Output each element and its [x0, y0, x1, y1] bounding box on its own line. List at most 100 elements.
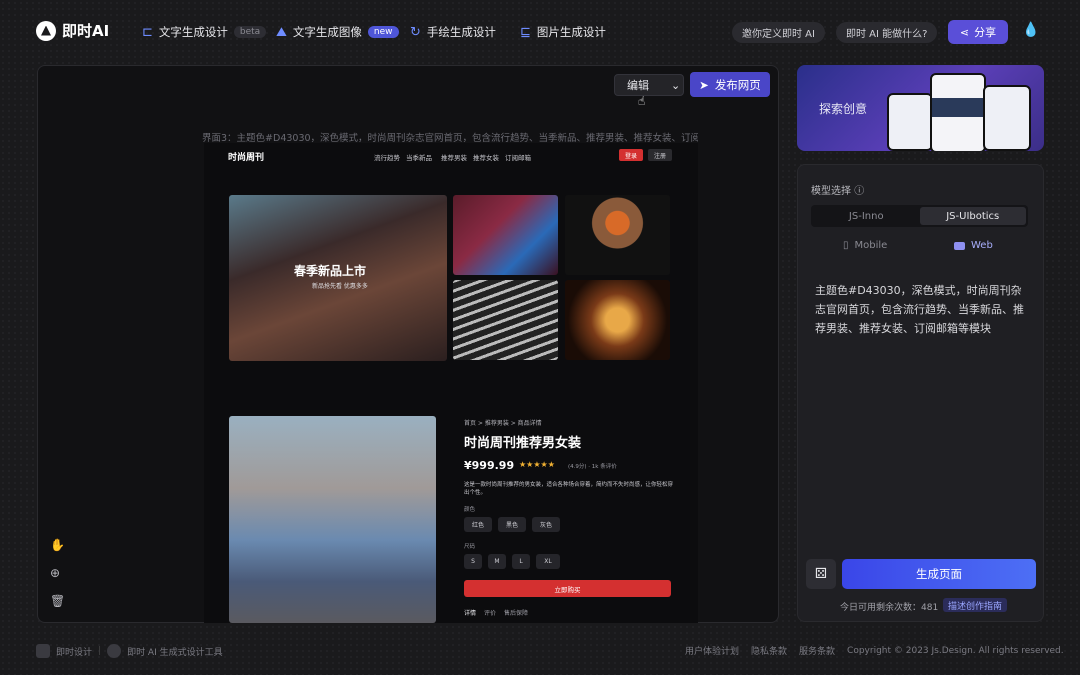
beta-badge: beta	[233, 26, 267, 38]
preview-login-button[interactable]: 登录	[619, 149, 644, 161]
preview-nav-item[interactable]: 推荐男装	[441, 152, 467, 162]
preview-brand: 时尚周刊	[228, 153, 265, 163]
prompt-textarea[interactable]: 主题色#D43030，深色模式，时尚周刊杂志官网首页，包含流行趋势、当季新品、推…	[815, 281, 1027, 338]
buy-now-button[interactable]: 立即购买	[464, 580, 671, 597]
remaining-quota: 今日可用剩余次数：481	[840, 603, 939, 613]
send-icon: ➤	[699, 77, 709, 92]
share-label: 分享	[974, 26, 997, 39]
tab-label: 文字生成图像	[292, 25, 362, 39]
divider: |	[98, 646, 102, 656]
edit-label: 编辑	[627, 79, 649, 92]
what-can-do-button[interactable]: 即时 AI 能做什么?	[836, 22, 938, 43]
preview-nav-item[interactable]: 订阅邮箱	[505, 152, 531, 162]
phone-mockup	[930, 73, 986, 151]
random-prompt-button[interactable]: ⚄	[806, 559, 836, 589]
model-option-uibotics[interactable]: JS-UIbotics	[919, 207, 1026, 225]
size-option[interactable]: XL	[536, 554, 560, 569]
tab-label: 文字生成设计	[158, 25, 228, 39]
picture-icon: ⊑	[520, 24, 531, 40]
prompt-echo: 界面3：主题色#D43030，深色模式，时尚周刊杂志官网首页，包含流行趋势、当季…	[202, 133, 698, 144]
tab-label: 手绘生成设计	[426, 25, 496, 39]
footer-product[interactable]: 即时 AI 生成式设计工具	[127, 645, 223, 658]
explore-banner[interactable]: 探索创意	[797, 65, 1044, 151]
product-price: ¥999.99	[464, 459, 515, 472]
model-option-inno[interactable]: JS-Inno	[813, 207, 920, 225]
tab-label: 图片生成设计	[536, 25, 606, 39]
device-label: Web	[971, 240, 993, 251]
product-description: 这是一款时尚周刊推荐的男女装，适合各种场合穿着，简约而不失时尚感，让你轻松穿出个…	[464, 482, 674, 496]
share-icon: ⋖	[959, 25, 970, 39]
edit-button[interactable]: 编辑 ⌄	[614, 74, 684, 96]
footer-link[interactable]: 服务条款	[799, 644, 835, 657]
model-select-label: 模型选择 ⓘ	[811, 186, 865, 197]
tab-reviews[interactable]: 评价	[484, 608, 496, 617]
hand-tool-icon[interactable]: ✋	[50, 538, 65, 552]
invite-button[interactable]: 邀你定义即时 AI	[732, 22, 825, 43]
publish-label: 发布网页	[714, 77, 761, 92]
product-tabs: 详情 评价 售后保障	[464, 608, 528, 617]
ai-logo-icon	[107, 644, 122, 658]
tab-image-to-design[interactable]: ⊑ 图片生成设计	[520, 24, 606, 40]
product-image	[229, 416, 436, 623]
share-button[interactable]: ⋖ 分享	[948, 20, 1008, 44]
jsdesign-logo-icon	[36, 644, 50, 658]
tab-after-sales[interactable]: 售后保障	[504, 608, 528, 617]
brush-icon: ↻	[410, 24, 421, 40]
explore-label: 探索创意	[819, 102, 868, 116]
footer-brand[interactable]: 即时设计	[56, 645, 92, 658]
preview-nav-item[interactable]: 推荐女装	[473, 152, 499, 162]
publish-button[interactable]: ➤ 发布网页	[690, 72, 770, 97]
footer-right: 用户体验计划 隐私条款 服务条款 Copyright © 2023 Js.Des…	[685, 644, 1064, 658]
device-web-option[interactable]: Web	[954, 240, 993, 251]
size-option[interactable]: M	[488, 554, 506, 569]
preview-nav-item[interactable]: 当季新品	[406, 152, 432, 162]
trash-icon[interactable]: 🗑	[50, 594, 65, 608]
text-layout-icon: ⊏	[142, 24, 153, 40]
mobile-icon: ▯	[843, 240, 849, 251]
tab-sketch-to-design[interactable]: ↻ 手绘生成设计	[410, 24, 496, 40]
size-label: 尺码	[464, 544, 476, 550]
tab-details[interactable]: 详情	[464, 608, 476, 617]
preview-nav-item[interactable]: 流行趋势	[374, 152, 400, 162]
device-label: Mobile	[854, 240, 888, 251]
footer-link[interactable]: 用户体验计划	[685, 644, 739, 657]
gallery-image	[453, 280, 558, 360]
preview-register-button[interactable]: 注册	[648, 149, 673, 161]
gallery-image	[565, 280, 670, 360]
phone-mockup	[887, 93, 933, 151]
generated-page-preview[interactable]: 时尚周刊 流行趋势 当季新品 推荐男装 推荐女装 订阅邮箱 登录 注册 春季新品…	[204, 143, 698, 623]
generate-page-button[interactable]: 生成页面	[842, 559, 1036, 589]
device-mobile-option[interactable]: ▯ Mobile	[843, 240, 887, 251]
tab-text-to-image[interactable]: ⛰ 文字生成图像 new	[276, 24, 399, 40]
size-option[interactable]: L	[512, 554, 530, 569]
tab-text-to-design[interactable]: ⊏ 文字生成设计 beta	[142, 24, 267, 40]
color-label: 颜色	[464, 507, 476, 513]
help-icon[interactable]: ⓘ	[854, 186, 864, 197]
config-panel: 模型选择 ⓘ JS-Inno JS-UIbotics ▯ Mobile Web …	[797, 164, 1044, 622]
new-badge: new	[367, 26, 399, 38]
theme-drop-icon[interactable]: 💧	[1022, 22, 1040, 42]
web-icon	[954, 241, 965, 250]
color-option[interactable]: 黑色	[498, 517, 526, 532]
focus-tool-icon[interactable]: ⊕	[50, 566, 65, 580]
prompt-guide-link[interactable]: 描述创作指南	[943, 598, 1008, 612]
color-option[interactable]: 灰色	[532, 517, 560, 532]
app-logo[interactable]: 即时AI	[36, 20, 109, 41]
color-option[interactable]: 红色	[464, 517, 492, 532]
rating-text: (4.9分) · 1k 条评价	[568, 464, 617, 470]
gallery-image	[565, 195, 670, 275]
image-icon: ⛰	[276, 24, 287, 40]
size-option[interactable]: S	[464, 554, 482, 569]
footer-left: 即时设计 | 即时 AI 生成式设计工具	[36, 644, 223, 658]
dice-icon: ⚄	[814, 566, 828, 582]
logo-icon	[36, 20, 56, 41]
chevron-down-icon[interactable]: ⌄	[671, 79, 680, 92]
canvas-tools: ✋ ⊕ 🗑	[50, 538, 65, 608]
footer-link[interactable]: 隐私条款	[751, 644, 787, 657]
copyright: Copyright © 2023 Js.Design. All rights r…	[847, 645, 1064, 656]
model-switch: JS-Inno JS-UIbotics	[811, 205, 1028, 227]
hero-subtitle: 新品抢先看 优惠多多	[312, 283, 368, 290]
app-name: 即时AI	[62, 22, 110, 40]
product-title: 时尚周刊推荐男女装	[464, 436, 582, 451]
hand-cursor-icon: ☝	[638, 94, 646, 108]
